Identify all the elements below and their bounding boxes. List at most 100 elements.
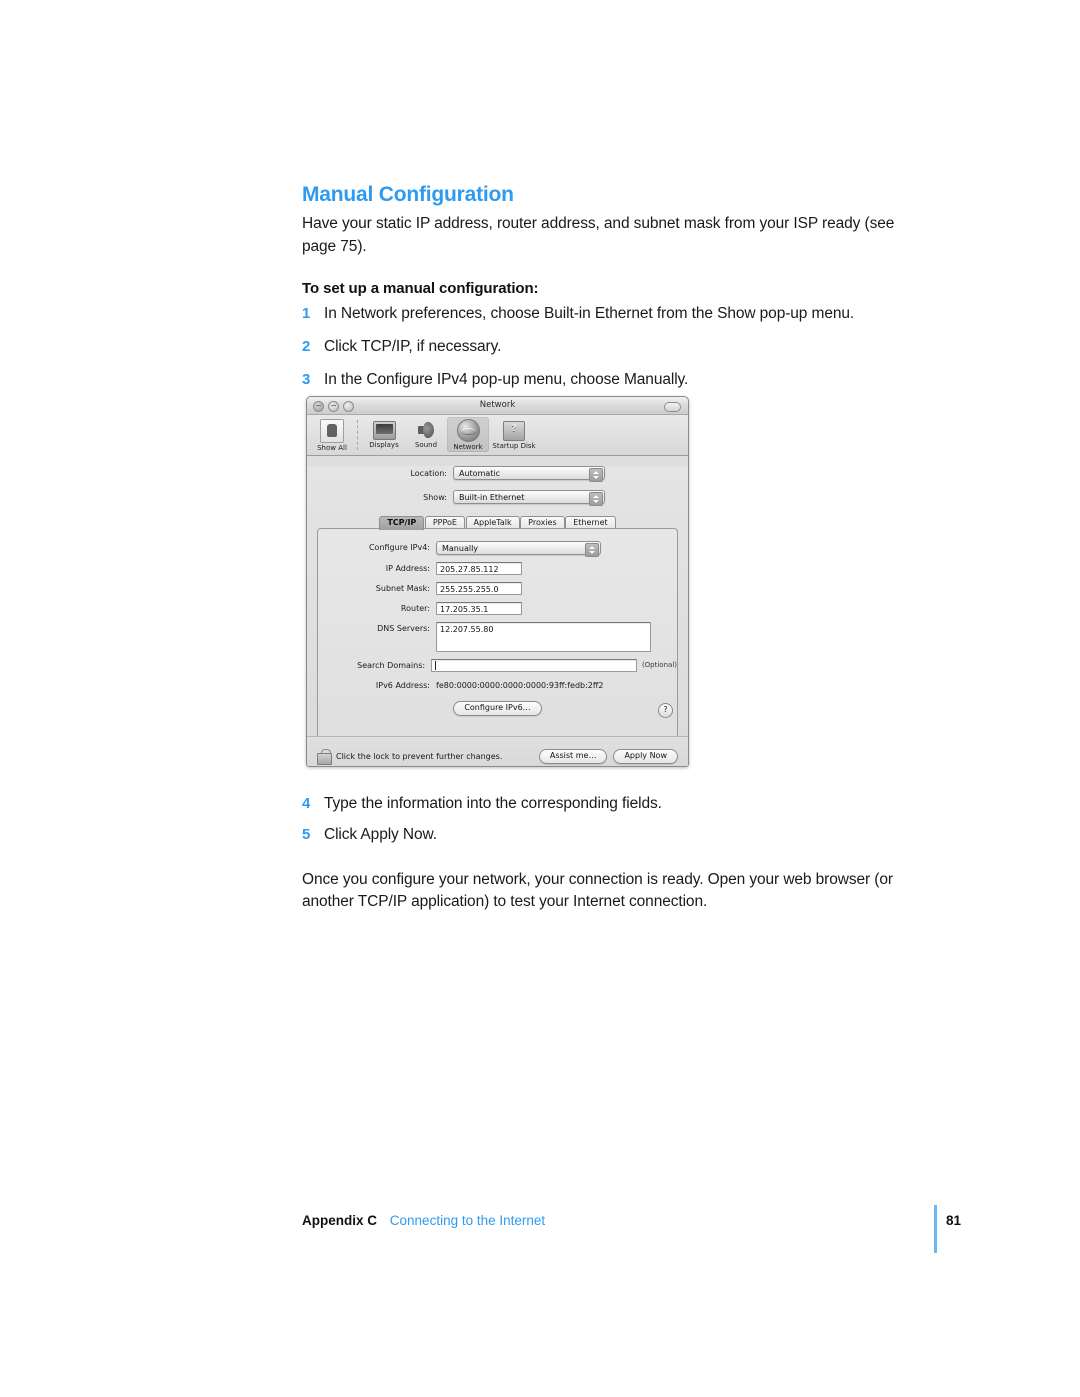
lock-icon[interactable] [317, 748, 332, 765]
step-number: 2 [302, 338, 311, 356]
steps-list-before-figure: 1 In Network preferences, choose Built-i… [302, 303, 942, 392]
ip-address-label: IP Address: [385, 564, 430, 573]
toolbar-item-label: Startup Disk [492, 442, 536, 450]
minimize-icon[interactable] [328, 401, 339, 412]
step-text: Type the information into the correspond… [324, 795, 662, 812]
window-title: Network [479, 400, 516, 410]
procedure-subheading: To set up a manual configuration: [302, 279, 539, 297]
window-controls [313, 401, 354, 412]
chevron-updown-icon [585, 543, 599, 557]
location-label: Location: [410, 468, 447, 478]
ipv6-address-row: IPv6 Address: fe80:0000:0000:0000:0000:9… [318, 679, 677, 692]
subnet-mask-input[interactable]: 255.255.255.0 [436, 582, 522, 595]
location-value: Automatic [459, 469, 501, 478]
ipv6-address-label: IPv6 Address: [375, 681, 430, 690]
footer-chapter-title: Connecting to the Internet [389, 1213, 546, 1228]
configure-ipv4-row: Configure IPv4: Manually [318, 541, 677, 557]
ipv6-address-value: fe80:0000:0000:0000:0000:93ff:fedb:2ff2 [436, 681, 604, 690]
list-item: 4 Type the information into the correspo… [302, 793, 942, 815]
page-footer: Appendix C Connecting to the Internet [302, 1213, 982, 1228]
lock-body [317, 752, 332, 765]
lock-hint-text: Click the lock to prevent further change… [336, 752, 503, 761]
configure-ipv4-popup[interactable]: Manually [436, 541, 601, 557]
tcpip-panel: Configure IPv4: Manually IP Address: 205… [317, 528, 678, 746]
prefs-body: Location: Automatic Show: Built-in Ether… [307, 466, 688, 766]
dns-servers-input[interactable]: 12.207.55.80 [436, 622, 651, 652]
list-item: 3 In the Configure IPv4 pop-up menu, cho… [302, 369, 942, 391]
prefs-toolbar: Show All Displays Sound Network Startup … [307, 415, 688, 456]
list-item: 1 In Network preferences, choose Built-i… [302, 303, 942, 325]
show-label: Show: [423, 492, 447, 502]
router-label: Router: [400, 604, 430, 613]
step-number: 3 [302, 371, 311, 389]
intro-paragraph: Have your static IP address, router addr… [302, 215, 895, 255]
step-number: 4 [302, 795, 311, 812]
toolbar-item-network[interactable]: Network [447, 417, 489, 452]
page-number: 81 [946, 1213, 962, 1228]
steps-list-after-figure: 4 Type the information into the correspo… [302, 793, 942, 847]
router-input[interactable]: 17.205.35.1 [436, 602, 522, 615]
chevron-updown-icon [589, 492, 603, 506]
footer-divider [934, 1205, 937, 1253]
step-number: 1 [302, 304, 311, 322]
location-popup[interactable]: Automatic [453, 466, 605, 482]
router-row: Router: 17.205.35.1 [318, 602, 677, 615]
configure-ipv6-row: Configure IPv6… ? [318, 701, 677, 718]
toolbar-item-label: Displays [369, 441, 399, 449]
search-domains-input[interactable] [431, 659, 637, 672]
toolbar-item-startup-disk[interactable]: Startup Disk [489, 417, 539, 451]
step-number: 5 [302, 826, 311, 844]
footer-appendix-label: Appendix C [302, 1213, 378, 1228]
zoom-icon[interactable] [343, 401, 354, 412]
tab-tcpip[interactable]: TCP/IP [379, 516, 425, 530]
configure-ipv6-button[interactable]: Configure IPv6… [453, 701, 542, 716]
page-content: Manual Configuration Have your static IP… [302, 182, 942, 403]
startup-disk-icon [503, 421, 525, 441]
window-titlebar: Network [307, 397, 688, 415]
network-globe-icon [456, 419, 480, 442]
search-domains-row: Search Domains: (Optional) [318, 659, 677, 672]
toolbar-item-show-all[interactable]: Show All [311, 417, 353, 453]
toolbar-item-sound[interactable]: Sound [405, 417, 447, 450]
toolbar-item-label: Sound [414, 441, 438, 449]
apply-now-button[interactable]: Apply Now [613, 749, 678, 764]
help-icon[interactable]: ? [658, 703, 673, 718]
step-text: In the Configure IPv4 pop-up menu, choos… [324, 371, 689, 389]
footer-buttons: Assist me… Apply Now [538, 749, 678, 764]
search-domains-label: Search Domains: [357, 661, 426, 670]
dns-servers-row: DNS Servers: 12.207.55.80 [318, 622, 677, 652]
show-row: Show: Built-in Ethernet [307, 490, 688, 506]
toolbar-divider [357, 420, 359, 450]
dns-servers-label: DNS Servers: [377, 624, 430, 633]
network-preferences-figure: Network Show All Displays Sound Network … [306, 396, 689, 767]
list-item: 2 Click TCP/IP, if necessary. [302, 336, 942, 358]
toolbar-item-displays[interactable]: Displays [363, 417, 405, 450]
subnet-mask-row: Subnet Mask: 255.255.255.0 [318, 582, 677, 595]
toolbar-toggle-icon[interactable] [664, 402, 681, 412]
close-icon[interactable] [313, 401, 324, 412]
configure-ipv4-label: Configure IPv4: [368, 543, 430, 552]
closing-paragraph: Once you configure your network, your co… [302, 870, 893, 910]
configure-ipv4-value: Manually [442, 544, 479, 553]
page-title: Manual Configuration [302, 183, 514, 206]
displays-icon [372, 421, 396, 440]
search-domains-hint: (Optional) [641, 661, 677, 669]
subnet-mask-label: Subnet Mask: [375, 584, 430, 593]
ip-address-row: IP Address: 205.27.85.112 [318, 562, 677, 575]
location-row: Location: Automatic [307, 466, 688, 482]
list-item: 5 Click Apply Now. [302, 824, 942, 846]
text-caret [435, 661, 437, 670]
show-all-icon [320, 419, 344, 443]
step-text: Click Apply Now. [324, 826, 437, 844]
toolbar-item-label: Network [453, 443, 483, 451]
step-text: Click TCP/IP, if necessary. [324, 338, 502, 356]
toolbar-item-label: Show All [317, 444, 347, 452]
show-popup[interactable]: Built-in Ethernet [453, 490, 605, 506]
ip-address-input[interactable]: 205.27.85.112 [436, 562, 522, 575]
chevron-updown-icon [589, 468, 603, 482]
sound-icon [416, 420, 436, 440]
prefs-footer: Click the lock to prevent further change… [307, 736, 688, 766]
page-content-lower: 4 Type the information into the correspo… [302, 793, 942, 913]
step-text: In Network preferences, choose Built-in … [324, 304, 855, 322]
assist-me-button[interactable]: Assist me… [538, 749, 608, 764]
